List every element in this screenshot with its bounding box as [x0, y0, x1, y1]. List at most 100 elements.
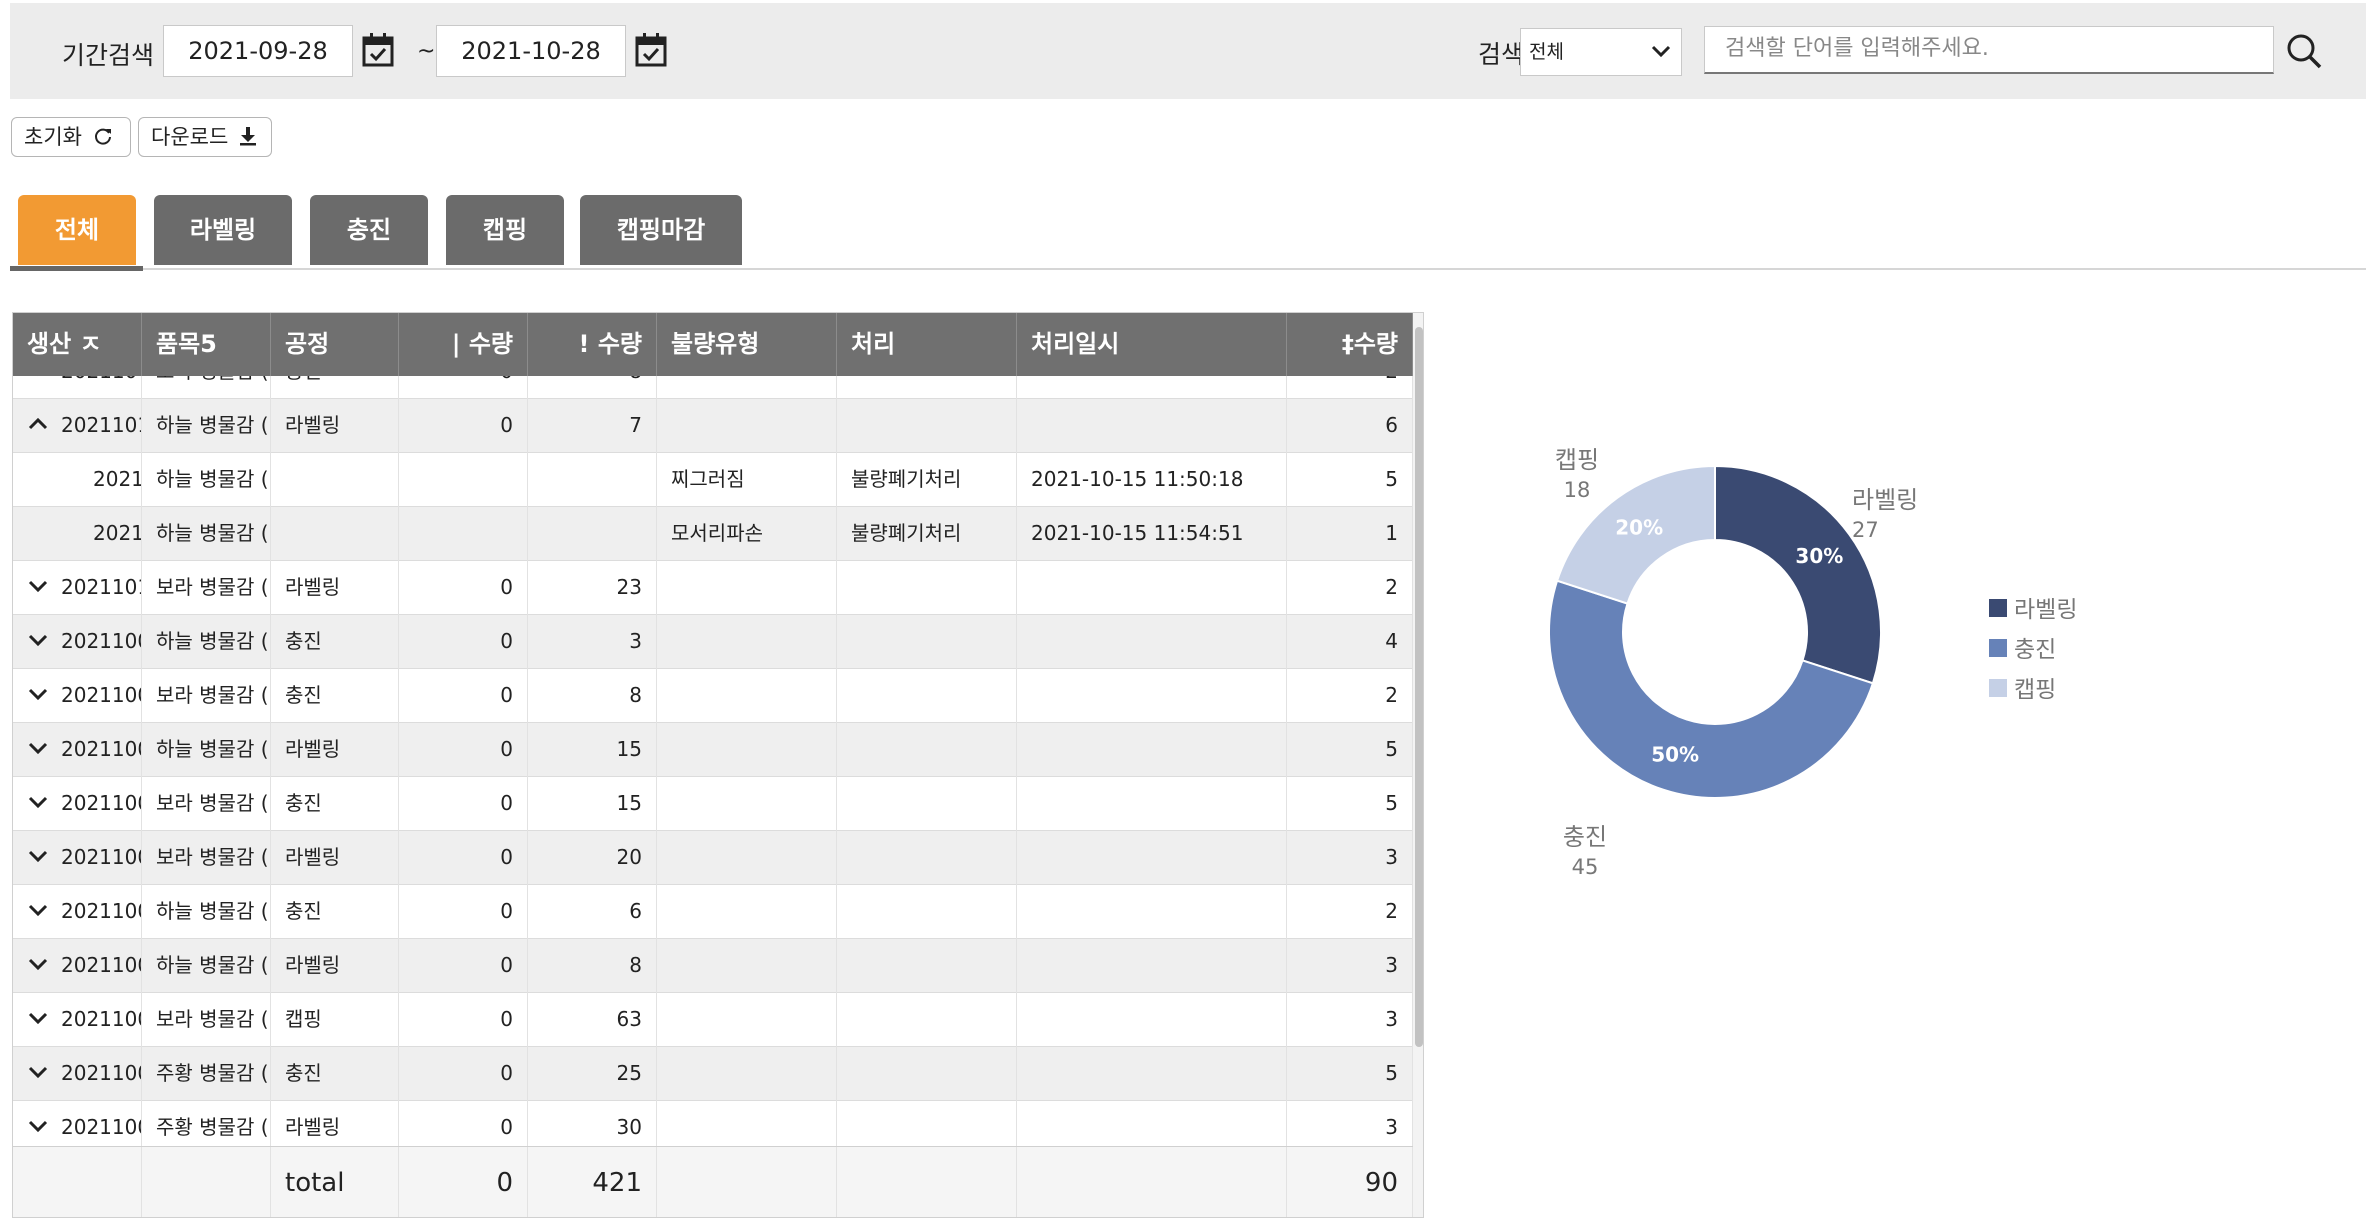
- tab-labeling[interactable]: 라벨링: [154, 195, 292, 265]
- table-cell-date: 2021100: [13, 777, 142, 831]
- table-cell-q1: 0: [399, 885, 528, 939]
- chevron-down-icon[interactable]: [27, 632, 49, 648]
- table-row[interactable]: 2021100 주황 병물감 (5 라벨링 0 30 3: [13, 1101, 1413, 1146]
- table-cell-item: 보라 병물감 (1: [142, 777, 271, 831]
- table-cell-process: 충진: [271, 777, 399, 831]
- table-cell-q2: 25: [528, 1047, 657, 1101]
- chevron-down-icon[interactable]: [27, 686, 49, 702]
- date-from-input[interactable]: 2021-09-28: [163, 25, 353, 77]
- table-cell-q2: 6: [528, 885, 657, 939]
- refresh-icon: [94, 128, 111, 145]
- search-input[interactable]: 검색할 단어를 입력해주세요.: [1704, 26, 2274, 74]
- search-scope-select[interactable]: 전체: [1520, 28, 1682, 76]
- table-cell-item: 보라 병물감 (1: [142, 831, 271, 885]
- table-cell-q1: 0: [399, 399, 528, 453]
- calendar-icon[interactable]: [635, 33, 667, 67]
- table-row[interactable]: 2021100 보라 병물감 (1 충진 0 8 2: [13, 669, 1413, 723]
- chevron-down-icon[interactable]: [27, 578, 49, 594]
- column-header-production[interactable]: 생산 ㅈ: [13, 313, 142, 376]
- table-row[interactable]: 2021 하늘 병물감 (1 찌그러짐 불량폐기처리 2021-10-15 11:50:…: [13, 453, 1413, 507]
- production-date: 2021100: [61, 953, 142, 977]
- vertical-scrollbar[interactable]: [1413, 313, 1423, 1217]
- period-label: 기간검색: [62, 41, 155, 70]
- chevron-down-icon[interactable]: [27, 848, 49, 864]
- table-cell-datetime: [1017, 777, 1287, 831]
- table-cell-datetime: [1017, 723, 1287, 777]
- table-cell-datetime: [1017, 615, 1287, 669]
- production-date: 2021100: [61, 683, 142, 707]
- table-cell-datetime: [1017, 885, 1287, 939]
- chevron-down-icon[interactable]: [27, 902, 49, 918]
- table-row[interactable]: 2021100 하늘 병물감 (1 충진 0 3 4: [13, 615, 1413, 669]
- table-cell-date: 2021: [13, 453, 142, 507]
- search-icon[interactable]: [2284, 31, 2324, 71]
- table-cell-defect: [657, 777, 837, 831]
- legend-item[interactable]: 캡핑: [1989, 677, 2056, 703]
- table-row[interactable]: 2021 하늘 병물감 (1 모서리파손 불량폐기처리 2021-10-15 11:54…: [13, 507, 1413, 561]
- table-row[interactable]: 2021100 보라 병물감 (1 충진 0 15 5: [13, 777, 1413, 831]
- tab-filling[interactable]: 충진: [310, 195, 428, 265]
- legend-item[interactable]: 충진: [1989, 637, 2056, 663]
- search-label: 검색: [1478, 40, 1525, 69]
- column-header-item[interactable]: 품목5: [142, 313, 271, 376]
- download-button[interactable]: 다운로드: [138, 117, 272, 157]
- chevron-down-icon[interactable]: [27, 740, 49, 756]
- download-icon: [239, 127, 256, 146]
- table-row[interactable]: 2021100 하늘 병물감 (1 충진 0 6 2: [13, 885, 1413, 939]
- legend-swatch: [1989, 679, 2007, 697]
- table-cell-process: 충진: [271, 615, 399, 669]
- pie-value-label: 27: [1852, 518, 1879, 542]
- table-cell-datetime: [1017, 376, 1287, 399]
- date-to-input[interactable]: 2021-10-28: [436, 25, 626, 77]
- table-cell-date: 2021100: [13, 615, 142, 669]
- column-header-qty2[interactable]: ! 수량: [528, 313, 657, 376]
- tab-capping[interactable]: 캡핑: [446, 195, 564, 265]
- table-row[interactable]: 202110 보라 병물감 (1충진08 2: [13, 376, 1413, 399]
- table-cell-item: 하늘 병물감 (1: [142, 453, 271, 507]
- production-date: 2021100: [61, 1007, 142, 1031]
- chevron-down-icon[interactable]: [27, 1064, 49, 1080]
- chevron-down-icon[interactable]: [27, 1118, 49, 1134]
- table-row[interactable]: 2021101 보라 병물감 (1 라벨링 0 23 2: [13, 561, 1413, 615]
- chevron-down-icon[interactable]: [27, 1010, 49, 1026]
- legend-swatch: [1989, 639, 2007, 657]
- table-row[interactable]: 2021100 하늘 병물감 (1 라벨링 0 8 3: [13, 939, 1413, 993]
- column-header-action[interactable]: 처리: [837, 313, 1017, 376]
- table-cell-bad: 3: [1287, 939, 1413, 993]
- tab-capping-close[interactable]: 캡핑마감: [580, 195, 742, 265]
- production-date: 2021100: [61, 629, 142, 653]
- chevron-down-icon[interactable]: [27, 956, 49, 972]
- table-row[interactable]: 2021101 하늘 병물감 (1 라벨링 0 7 6: [13, 399, 1413, 453]
- pie-value-label: 18: [1564, 478, 1591, 502]
- column-header-defect-qty[interactable]: ‡수량: [1287, 313, 1413, 376]
- legend-item[interactable]: 라벨링: [1989, 597, 2077, 623]
- chevron-up-icon[interactable]: [27, 416, 49, 432]
- column-header-qty1[interactable]: | 수량: [399, 313, 528, 376]
- tab-all[interactable]: 전체: [18, 195, 136, 265]
- scrollbar-thumb[interactable]: [1415, 327, 1423, 1047]
- column-header-datetime[interactable]: 처리일시: [1017, 313, 1287, 376]
- reset-button[interactable]: 초기화: [11, 117, 131, 157]
- table-row[interactable]: 2021100 주황 병물감 (5 충진 0 25 5: [13, 1047, 1413, 1101]
- footer-total-qty2: 421: [528, 1147, 657, 1217]
- column-header-process[interactable]: 공정: [271, 313, 399, 376]
- table-cell-action: [837, 939, 1017, 993]
- chevron-down-icon[interactable]: [27, 794, 49, 810]
- table-cell-defect: [657, 885, 837, 939]
- legend-label: 충진: [2014, 637, 2056, 663]
- calendar-icon[interactable]: [362, 33, 394, 67]
- chevron-down-icon[interactable]: [27, 376, 49, 378]
- table-cell-defect: [657, 723, 837, 777]
- table-cell-action: [837, 777, 1017, 831]
- table-row[interactable]: 2021100 보라 병물감 (1 캡핑 0 63 3: [13, 993, 1413, 1047]
- table-cell-bad: 2: [1287, 885, 1413, 939]
- table-cell-date: 2021100: [13, 1101, 142, 1146]
- table-cell-defect: [657, 399, 837, 453]
- table-cell-defect: [657, 1101, 837, 1146]
- table-cell-process: 충진: [271, 885, 399, 939]
- column-header-defect-type[interactable]: 불량유형: [657, 313, 837, 376]
- table-row[interactable]: 2021100 하늘 병물감 (1 라벨링 0 15 5: [13, 723, 1413, 777]
- search-scope-value: 전체: [1529, 41, 1564, 63]
- table-row[interactable]: 2021100 보라 병물감 (1 라벨링 0 20 3: [13, 831, 1413, 885]
- table-cell-action: [837, 1101, 1017, 1146]
